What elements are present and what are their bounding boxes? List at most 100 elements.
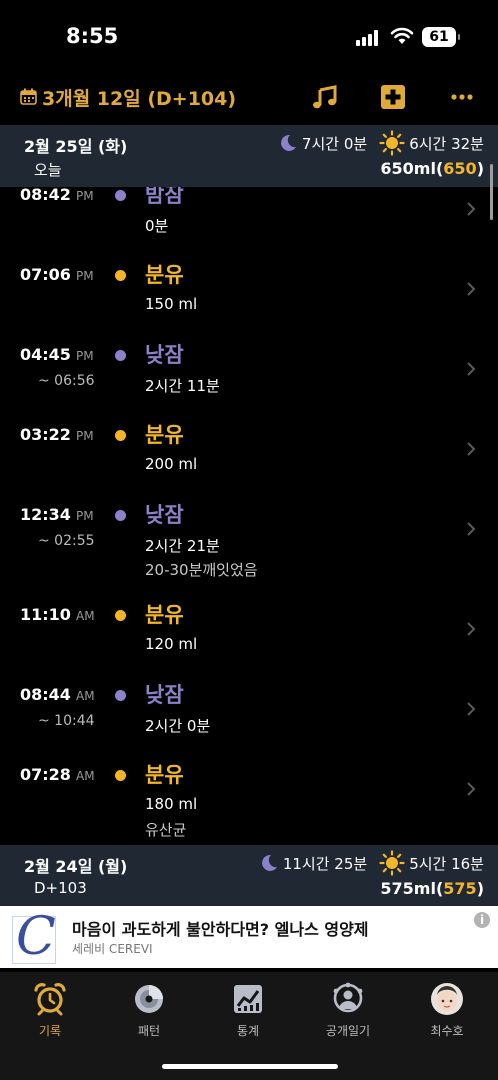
tab-label: 기록	[38, 1024, 62, 1038]
add-record-icon[interactable]	[378, 82, 408, 112]
day-subtitle: D+103	[34, 879, 87, 897]
record-type: 낮잠	[145, 503, 184, 527]
record-ampm: AM	[76, 769, 95, 783]
day-sleep-total: 6시간 32분	[409, 134, 484, 153]
calendar-icon[interactable]	[20, 88, 37, 105]
record-type: 낮잠	[145, 343, 184, 367]
tab-pattern[interactable]: 패턴	[109, 982, 189, 1042]
record-detail: 150 ml	[145, 295, 198, 313]
record-type: 분유	[145, 603, 184, 627]
chevron-right-icon	[467, 522, 476, 536]
record-ampm: AM	[76, 689, 95, 703]
home-indicator	[162, 1064, 338, 1069]
record-detail: 120 ml	[145, 635, 198, 653]
tab-label: 최수호	[430, 1024, 464, 1038]
tab-profile[interactable]: 최수호	[407, 982, 487, 1042]
app-header: 3개월 12일 (D+104)	[0, 70, 498, 125]
record-type-dot	[115, 510, 126, 521]
record-time: 08:42	[20, 185, 71, 204]
record-row[interactable]: 11:10 AM 분유 120 ml	[0, 603, 498, 685]
record-end-time: ~ 02:55	[38, 533, 95, 549]
record-end-time: ~ 06:56	[38, 373, 95, 389]
record-row[interactable]: 03:22 PM 분유 200 ml	[0, 423, 498, 505]
record-type-dot	[115, 430, 126, 441]
chevron-right-icon	[467, 702, 476, 716]
ad-banner[interactable]: C 마음이 과도하게 불안하다면? 엘나스 영양제 세레비 CEREVI i	[0, 906, 498, 968]
record-time: 07:28	[20, 765, 71, 784]
record-ampm: PM	[76, 269, 94, 283]
status-bar: 8:55 61	[0, 0, 498, 70]
record-ampm: PM	[76, 189, 94, 203]
record-ampm: PM	[76, 509, 94, 523]
night-sleep-total: 7시간 0분	[301, 134, 368, 153]
cellular-signal-icon	[356, 30, 382, 46]
moon-icon: z	[261, 854, 277, 871]
tab-statistics[interactable]: 통계	[208, 982, 288, 1042]
chevron-right-icon	[467, 202, 476, 216]
record-row[interactable]: 04:45 PM ~ 06:56 낮잠 2시간 11분	[0, 343, 498, 425]
ad-info-icon[interactable]: i	[474, 912, 490, 928]
record-time: 08:44	[20, 685, 71, 704]
record-ampm: AM	[76, 609, 95, 623]
record-detail: 2시간 21분	[145, 537, 220, 555]
record-row[interactable]: 07:06 PM 분유 150 ml	[0, 263, 498, 345]
chevron-right-icon	[467, 622, 476, 636]
record-detail: 0분	[145, 217, 169, 235]
tab-label: 패턴	[137, 1024, 161, 1038]
record-time: 12:34	[20, 505, 71, 524]
record-type-dot	[115, 350, 126, 361]
record-detail: 2시간 11분	[145, 377, 220, 395]
sleep-summary: z 7시간 0분 6시간 32분	[276, 130, 484, 156]
record-detail: 2시간 0분	[145, 717, 211, 735]
record-type: 분유	[145, 263, 184, 287]
scrollbar[interactable]	[490, 164, 493, 220]
record-detail: 200 ml	[145, 455, 198, 473]
record-type-dot	[115, 690, 126, 701]
svg-text:z: z	[285, 136, 288, 143]
record-time: 07:06	[20, 265, 71, 284]
chevron-right-icon	[467, 782, 476, 796]
night-sleep-total: 11시간 25분	[282, 854, 368, 873]
feed-total: 650ml(650)	[380, 159, 484, 178]
tab-bar: 기록 패턴 통계 공개일기 최수호	[0, 972, 498, 1080]
day-subtitle: 오늘	[34, 161, 62, 179]
sun-icon	[379, 130, 405, 156]
record-ampm: PM	[76, 349, 94, 363]
chevron-right-icon	[467, 442, 476, 456]
record-memo: 유산균	[145, 821, 187, 839]
record-time: 03:22	[20, 425, 71, 444]
chevron-right-icon	[467, 362, 476, 376]
tab-public-diary[interactable]: 공개일기	[308, 982, 388, 1042]
feed-total: 575ml(575)	[380, 879, 484, 898]
record-row[interactable]: 07:28 AM 분유 180 ml 유산균	[0, 763, 498, 845]
record-row[interactable]: 08:44 AM ~ 10:44 낮잠 2시간 0분	[0, 683, 498, 765]
record-type-dot	[115, 610, 126, 621]
day-header-today[interactable]: 2월 25일 (화) 오늘 z 7시간 0분 6시간 32분 650ml(650…	[0, 125, 498, 187]
day-header-yesterday[interactable]: 2월 24일 (월) D+103 z 11시간 25분 5시간 16분 575m…	[0, 845, 498, 907]
tab-records[interactable]: 기록	[10, 982, 90, 1042]
alarm-clock-icon	[34, 983, 66, 1016]
record-type: 분유	[145, 763, 184, 787]
record-memo: 20-30분깨잇었음	[145, 561, 258, 579]
record-row[interactable]: 12:34 PM ~ 02:55 낮잠 2시간 21분 20-30분깨잇었음	[0, 503, 498, 585]
wifi-icon	[390, 27, 414, 44]
record-time: 04:45	[20, 345, 71, 364]
ad-sponsor: 세레비 CEREVI	[72, 942, 153, 956]
record-ampm: PM	[76, 429, 94, 443]
ad-title[interactable]: 마음이 과도하게 불안하다면? 엘나스 영양제	[72, 916, 369, 940]
chevron-right-icon	[467, 282, 476, 296]
record-row[interactable]: 08:42 PM 밤잠 0분	[0, 183, 498, 265]
moon-icon: z	[281, 134, 296, 151]
ad-logo: C	[12, 907, 56, 967]
record-type-dot	[115, 190, 126, 201]
battery-icon: 61	[422, 27, 460, 47]
baby-age-title[interactable]: 3개월 12일 (D+104)	[42, 84, 236, 111]
record-type-dot	[115, 270, 126, 281]
day-sleep-total: 5시간 16분	[409, 854, 484, 873]
svg-text:z: z	[266, 856, 269, 863]
record-type-dot	[115, 770, 126, 781]
tab-label: 통계	[236, 1024, 260, 1038]
more-options-icon[interactable]	[447, 82, 477, 112]
music-icon[interactable]	[310, 82, 340, 112]
pattern-icon	[135, 985, 163, 1013]
